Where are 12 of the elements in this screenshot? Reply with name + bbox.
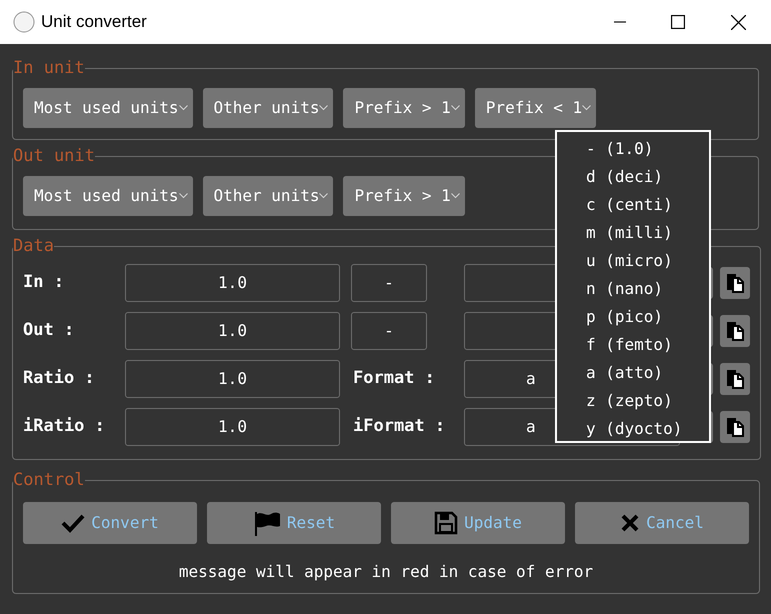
- window-title: Unit converter: [41, 11, 147, 34]
- field-label: Format :: [353, 367, 436, 390]
- group-legend: Data: [13, 236, 54, 256]
- status-message: message will appear in red in case of error: [178, 561, 594, 583]
- field-label: iRatio :: [23, 415, 106, 438]
- group-legend: In unit: [13, 58, 85, 78]
- group-legend: Out unit: [13, 146, 95, 166]
- field-label: Out :: [23, 319, 76, 342]
- group-legend: Control: [13, 470, 85, 490]
- field-label: In :: [23, 271, 65, 294]
- field-label: iFormat :: [353, 415, 446, 438]
- field-label: Ratio :: [23, 367, 96, 390]
